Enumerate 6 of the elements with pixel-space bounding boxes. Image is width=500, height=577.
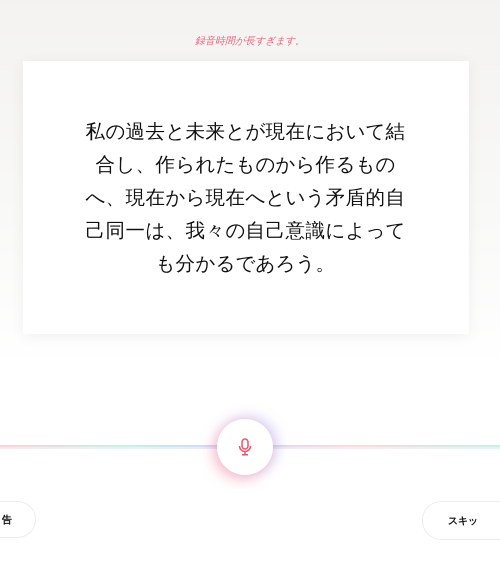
error-message: 録音時間が長すぎます。: [195, 36, 305, 48]
skip-button[interactable]: スキッ: [422, 501, 500, 540]
microphone-icon: [238, 438, 252, 456]
microphone-button[interactable]: [217, 419, 273, 475]
prompt-text: 私の過去と未来とが現在において結合し、作られたものから作るものへ、現在から現在へという矛盾的自己同一は、我々の自己意識によっても分かるであろう。: [86, 119, 406, 277]
report-button[interactable]: 告: [0, 501, 36, 538]
